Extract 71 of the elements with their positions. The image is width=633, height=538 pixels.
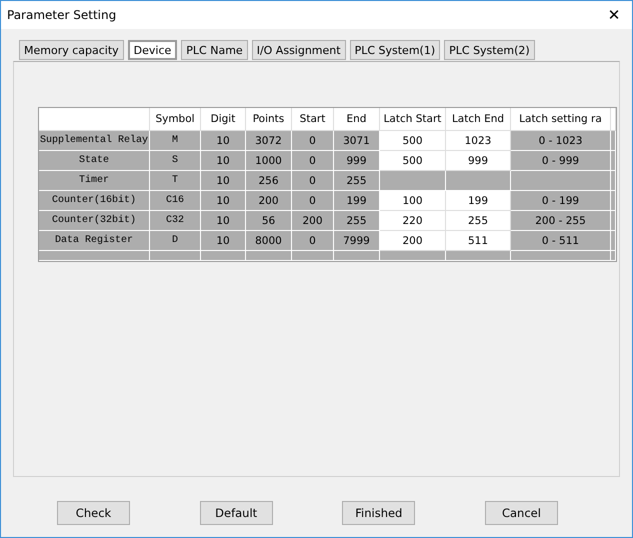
column-header: End <box>334 108 380 131</box>
column-header: Latch End <box>446 108 511 131</box>
table-cell: 56 <box>246 211 292 231</box>
input-cell[interactable]: 511 <box>446 231 511 251</box>
tab[interactable]: Memory capacity <box>19 40 124 60</box>
tab[interactable]: Device <box>128 40 178 60</box>
tab[interactable]: PLC System(2) <box>444 40 535 60</box>
row-header: State <box>39 151 150 171</box>
table-cell: 10 <box>201 231 246 251</box>
input-cell[interactable]: 255 <box>446 211 511 231</box>
tab[interactable]: I/O Assignment <box>252 40 346 60</box>
row-header: Counter(32bit) <box>39 211 150 231</box>
table-cell: 999 <box>334 151 380 171</box>
table-cell: D <box>150 231 201 251</box>
input-cell[interactable]: 199 <box>446 191 511 211</box>
column-header: Digit <box>201 108 246 131</box>
column-header: Latch Start <box>380 108 446 131</box>
input-cell[interactable]: 1023 <box>446 131 511 151</box>
window-title: Parameter Setting <box>7 8 116 22</box>
table-cell: 3072 <box>246 131 292 151</box>
dialog-button[interactable]: Check <box>57 501 130 525</box>
table-cell: 0 <box>292 171 334 191</box>
table-cell: 0 <box>292 231 334 251</box>
table-cell: 0 <box>292 131 334 151</box>
table-cell: 200 <box>246 191 292 211</box>
table-cell: 10 <box>201 151 246 171</box>
column-header: Points <box>246 108 292 131</box>
table-cell: M <box>150 131 201 151</box>
input-cell[interactable]: 999 <box>446 151 511 171</box>
table-cell: C32 <box>150 211 201 231</box>
table-cell: 256 <box>246 171 292 191</box>
table-cell: 200 <box>292 211 334 231</box>
tab[interactable]: PLC System(1) <box>350 40 440 60</box>
table-cell: 10 <box>201 171 246 191</box>
column-header: Start <box>292 108 334 131</box>
table-cell: 0 - 999 <box>511 151 611 171</box>
row-header: Counter(16bit) <box>39 191 150 211</box>
tab[interactable]: PLC Name <box>181 40 248 60</box>
table-cell: 10 <box>201 211 246 231</box>
dialog-button[interactable]: Cancel <box>484 501 558 525</box>
table-cell: 0 - 199 <box>511 191 611 211</box>
table-cell: 7999 <box>334 231 380 251</box>
input-cell[interactable]: 500 <box>380 131 446 151</box>
row-header: Data Register <box>39 231 150 251</box>
table-cell: C16 <box>150 191 201 211</box>
row-header: Timer <box>39 171 150 191</box>
table-cell: 3071 <box>334 131 380 151</box>
table-cell: 0 - 511 <box>511 231 611 251</box>
table-cell: 10 <box>201 191 246 211</box>
dialog-button[interactable]: Default <box>200 501 273 525</box>
row-header: Supplemental Relay <box>39 131 150 151</box>
input-cell[interactable]: 220 <box>380 211 446 231</box>
close-button[interactable]: ✕ <box>602 6 626 24</box>
table-cell: S <box>150 151 201 171</box>
table-cell: T <box>150 171 201 191</box>
table-cell: 199 <box>334 191 380 211</box>
dialog-button[interactable]: Finished <box>342 501 416 525</box>
table-cell: 0 <box>292 191 334 211</box>
table-cell: 0 <box>292 151 334 171</box>
input-cell[interactable]: 200 <box>380 231 446 251</box>
column-header: Latch setting ra <box>511 108 611 131</box>
table-cell: 8000 <box>246 231 292 251</box>
table-cell: 1000 <box>246 151 292 171</box>
table-cell: 10 <box>201 131 246 151</box>
input-cell[interactable]: 100 <box>380 191 446 211</box>
table-cell: 255 <box>334 171 380 191</box>
table-cell: 0 - 1023 <box>511 131 611 151</box>
input-cell[interactable]: 500 <box>380 151 446 171</box>
column-header: Symbol <box>150 108 201 131</box>
table-cell: 255 <box>334 211 380 231</box>
table-cell: 200 - 255 <box>511 211 611 231</box>
